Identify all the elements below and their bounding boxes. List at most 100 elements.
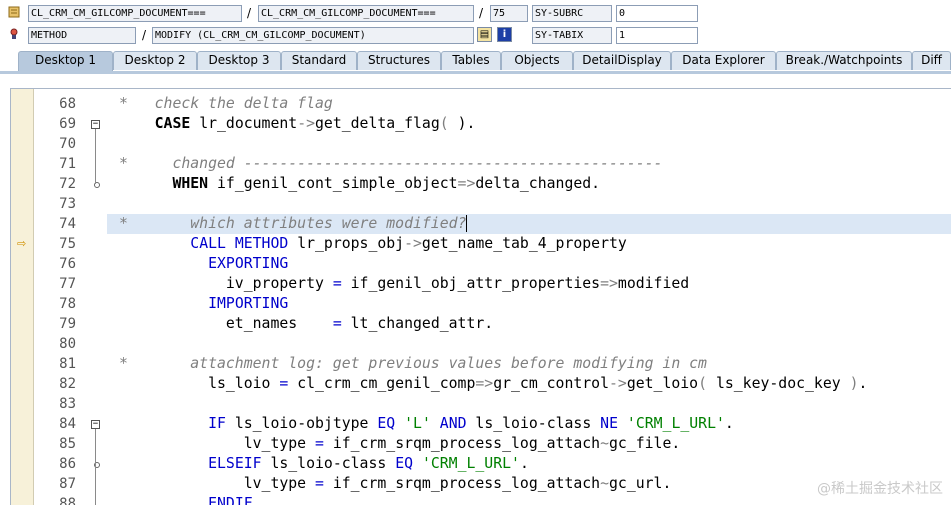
current-line-arrow-icon: ⇨ [17,237,27,250]
text-cursor [466,215,468,232]
tab-standard[interactable]: Standard [281,51,357,70]
code-token-op: => [457,175,476,192]
event-type-field[interactable]: METHOD [28,27,136,44]
line-number: 80 [59,336,76,352]
code-token: get_loio [626,375,699,392]
code-line[interactable] [107,334,951,354]
code-token-op: ~ [600,475,610,492]
tab-objects[interactable]: Objects [501,51,573,70]
code-line[interactable]: CASE lr_document->get_delta_flag( ). [107,114,951,134]
desktop-tab-strip: Desktop 1 Desktop 2 Desktop 3 Standard S… [0,48,951,74]
tab-tables[interactable]: Tables [441,51,501,70]
source-display-icon[interactable]: ▤ [477,27,492,42]
code-token: gr_cm_control [493,375,609,392]
code-line[interactable]: IF ls_loio-objtype EQ 'L' AND ls_loio-cl… [107,414,951,434]
sysvar2-value-field[interactable]: 1 [616,27,698,44]
code-token-kwb: WHEN [172,175,209,192]
event-name-field[interactable]: MODIFY (CL_CRM_CM_GILCOMP_DOCUMENT) [152,27,474,44]
code-token: modified [617,275,690,292]
code-line[interactable]: * check the delta flag [107,94,951,114]
tab-desktop-2[interactable]: Desktop 2 [113,51,197,70]
code-line[interactable]: EXPORTING [107,254,951,274]
code-token-op: -> [404,235,422,252]
code-token: if_crm_srqm_process_log_attach [323,435,601,452]
separator-1: / [247,6,252,20]
line-number: 68 [59,96,76,112]
code-line[interactable]: * attachment log: get previous values be… [107,354,951,374]
code-token-kw: = [315,475,324,492]
code-line-text: et_names = lt_changed_attr. [119,314,493,334]
code-line[interactable]: et_names = lt_changed_attr. [107,314,951,334]
code-token-str: 'CRM_L_URL' [626,415,725,432]
code-line[interactable]: * changed ------------------------------… [107,154,951,174]
code-token: et_names [119,315,333,332]
code-token-op: => [475,375,494,392]
code-line[interactable]: IMPORTING [107,294,951,314]
code-token-op: ) [849,375,859,392]
program-name-field[interactable]: CL_CRM_CM_GILCOMP_DOCUMENT=== [28,5,242,22]
code-token-op: -> [609,375,627,392]
code-token: delta_changed. [475,175,601,192]
code-area[interactable]: * check the delta flag CASE lr_document-… [107,89,951,505]
code-line[interactable]: CALL METHOD lr_props_obj->get_name_tab_4… [107,234,951,254]
info-icon[interactable]: i [497,27,512,42]
code-token-kw: = [332,275,342,292]
tab-desktop-3[interactable]: Desktop 3 [197,51,281,70]
sysvar-value-field[interactable]: 0 [616,5,698,22]
code-line-text: ELSEIF ls_loio-class EQ 'CRM_L_URL'. [119,454,529,474]
debug-icon [7,28,21,42]
code-line-text: IMPORTING [119,294,288,314]
code-line-text: EXPORTING [119,254,288,274]
code-line[interactable]: lv_type = if_crm_srqm_process_log_attach… [107,434,951,454]
code-line-text: CASE lr_document->get_delta_flag( ). [119,114,476,134]
include-name-field[interactable]: CL_CRM_CM_GILCOMP_DOCUMENT=== [258,5,474,22]
code-line[interactable]: ls_loio = cl_crm_cm_genil_comp=>gr_cm_co… [107,374,951,394]
code-token-kw: = [279,375,289,392]
code-token: lt_changed_attr. [341,315,494,332]
tab-data-explorer[interactable]: Data Explorer [671,51,776,70]
code-token-kw: ELSEIF [208,455,262,472]
code-line[interactable] [107,134,951,154]
line-number: 83 [59,396,76,412]
tab-desktop-1[interactable]: Desktop 1 [18,51,113,71]
code-line[interactable] [107,394,951,414]
line-number: 71 [59,156,76,172]
fold-guide-line [95,129,96,184]
line-number: 81 [59,356,76,372]
sysvar2-name-field: SY-TABIX [532,27,612,44]
code-token-op: -> [297,115,316,132]
code-line-text: lv_type = if_crm_srqm_process_log_attach… [119,474,672,494]
fold-guide-line [95,429,96,505]
collapse-block-icon[interactable]: − [91,120,100,129]
code-line[interactable]: ELSEIF ls_loio-class EQ 'CRM_L_URL'. [107,454,951,474]
code-line[interactable]: iv_property = if_genil_obj_attr_properti… [107,274,951,294]
source-code-editor[interactable]: * check the delta flag CASE lr_document-… [10,88,951,505]
code-token: lr_props_obj [288,235,405,252]
code-token-cm: * attachment log: get previous values be… [119,355,707,372]
code-token-kw: IF [208,415,226,432]
line-number-field[interactable]: 75 [490,5,528,22]
tab-detail-display[interactable]: DetailDisplay [573,51,671,70]
code-token: ls_key-doc_key [715,375,850,392]
code-line[interactable] [107,194,951,214]
separator-3: / [142,28,147,42]
line-number: 73 [59,196,76,212]
tab-break-watchpoints[interactable]: Break./Watchpoints [776,51,912,70]
breakpoint-gutter[interactable] [11,89,34,505]
code-line[interactable]: * which attributes were modified? [107,214,951,234]
code-token-kw: EQ [377,415,396,432]
code-line[interactable]: WHEN if_genil_cont_simple_object=>delta_… [107,174,951,194]
line-number: 70 [59,136,76,152]
tab-structures[interactable]: Structures [357,51,441,70]
collapse-block-icon[interactable]: − [91,420,100,429]
code-token-kw: = [332,315,342,332]
code-token-op: ( [439,115,458,132]
code-line-text: ls_loio = cl_crm_cm_genil_comp=>gr_cm_co… [119,374,867,394]
code-token-kw: NE [600,415,618,432]
tab-diff[interactable]: Diff [912,51,951,70]
